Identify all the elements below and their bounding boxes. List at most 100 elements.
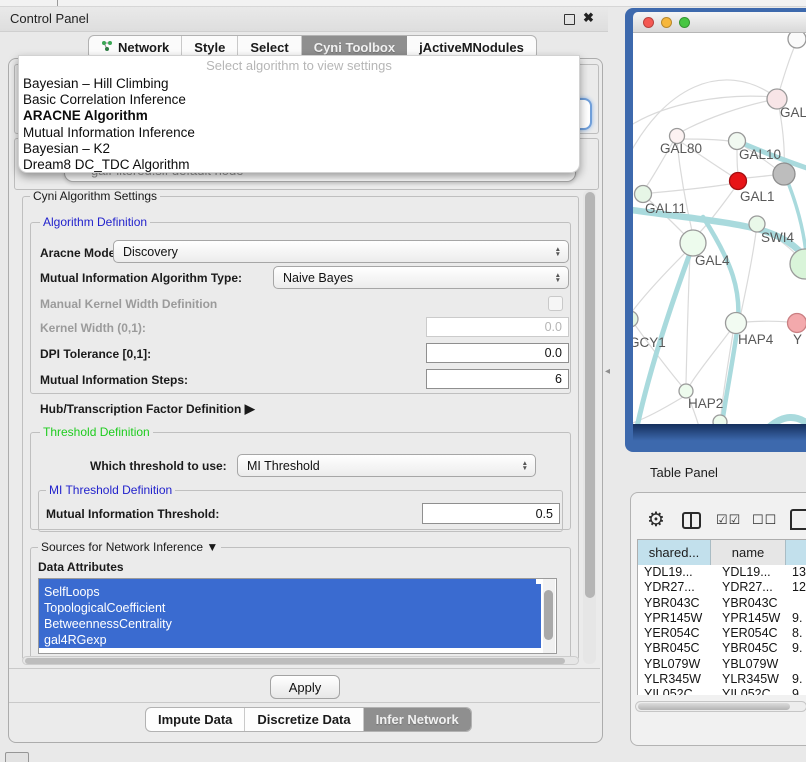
dpi-tolerance-value: 0.0 xyxy=(545,346,562,360)
kernel-width-field[interactable]: 0.0 xyxy=(426,317,569,337)
table-cell: 9. xyxy=(792,611,802,626)
select-all-checkboxes-icon[interactable]: ☑☑ xyxy=(716,512,741,528)
table-row[interactable]: YBR043CYBR043C xyxy=(638,596,806,611)
dropdown-item[interactable]: ARACNE Algorithm xyxy=(19,108,579,124)
minimized-panel-icon[interactable] xyxy=(5,752,29,762)
splitter-collapse-icon[interactable]: ◂ xyxy=(605,366,610,377)
network-edge[interactable] xyxy=(741,232,756,313)
network-canvas[interactable]: GALGAL80GAL10GAL1GAL11SWI4GAL4HAP4YGCY1H… xyxy=(633,33,806,424)
apply-button[interactable]: Apply xyxy=(270,675,340,699)
network-edge[interactable] xyxy=(633,96,773,129)
table-row[interactable]: YBR045CYBR045C9. xyxy=(638,641,806,656)
list-item-gal4RGexp[interactable]: gal4RGexp xyxy=(39,632,541,648)
network-node-node-top[interactable] xyxy=(788,33,806,48)
network-window-frame xyxy=(633,424,806,452)
float-panel-icon[interactable] xyxy=(564,14,575,25)
table-row[interactable]: YBL079WYBL079W xyxy=(638,657,806,672)
settings-horizontal-scrollbar[interactable] xyxy=(22,656,579,665)
hub-definition-toggle[interactable]: Hub/Transcription Factor Definition ▶ xyxy=(40,401,255,417)
network-edge[interactable] xyxy=(737,149,738,173)
table-row[interactable]: YER054CYER054C8. xyxy=(638,626,806,641)
which-threshold-combobox[interactable]: MI Threshold ▲▼ xyxy=(237,454,536,477)
node-label-GAL1: GAL1 xyxy=(740,189,775,204)
mi-threshold-field[interactable]: 0.5 xyxy=(422,503,560,524)
close-traffic-light[interactable] xyxy=(643,17,654,28)
node-table-rows: YDL19...YDL19...13YDR27...YDR27...12YBR0… xyxy=(637,565,806,695)
tab-infer-network[interactable]: Infer Network xyxy=(364,708,471,731)
table-row[interactable]: YDR27...YDR27...12 xyxy=(638,580,806,595)
table-cell: YER054C xyxy=(722,626,778,641)
dropdown-item[interactable]: Bayesian – K2 xyxy=(19,141,579,157)
dropdown-item[interactable]: Basic Correlation Inference xyxy=(19,92,579,108)
list-item-TopologicalCoefficient[interactable]: TopologicalCoefficient xyxy=(39,600,541,616)
aracne-mode-label: Aracne Mode: xyxy=(40,246,119,260)
close-panel-icon[interactable]: ✖ xyxy=(583,10,594,26)
table-row[interactable]: YPR145WYPR145W9. xyxy=(638,611,806,626)
minimize-traffic-light[interactable] xyxy=(661,17,672,28)
tab-discretize-data[interactable]: Discretize Data xyxy=(245,708,363,731)
list-vertical-scrollbar[interactable] xyxy=(543,579,555,653)
table-row[interactable]: YLR345WYLR345W9. xyxy=(638,672,806,687)
network-node-GCY1[interactable] xyxy=(633,311,638,327)
column-header-name[interactable]: name xyxy=(711,540,786,565)
list-item-BetweennessCentrality[interactable]: BetweennessCentrality xyxy=(39,616,541,632)
list-item-SelfLoops[interactable]: SelfLoops xyxy=(39,584,541,600)
dropdown-item[interactable]: Mutual Information Inference xyxy=(19,125,579,141)
gear-icon[interactable]: ⚙ xyxy=(647,507,665,532)
dropdown-item[interactable]: Bayesian – Hill Climbing xyxy=(19,76,579,92)
network-node-node-green-right[interactable] xyxy=(790,249,806,279)
table-cell: YDL19... xyxy=(644,565,693,580)
table-row[interactable]: YIL052CYIL052C9. xyxy=(638,687,806,695)
mi-steps-value: 6 xyxy=(555,372,562,386)
table-panel: ⚙ ☑☑ ☐☐ shared...name YDL19...YDL19...13… xyxy=(630,492,806,746)
node-label-GAL10: GAL10 xyxy=(739,147,781,162)
network-edge[interactable] xyxy=(651,184,730,193)
table-cell: YPR145W xyxy=(722,611,780,626)
table-cell: YIL052C xyxy=(644,687,693,695)
mi-algorithm-type-combobox[interactable]: Naive Bayes ▲▼ xyxy=(273,266,569,289)
manual-kernel-width-checkbox[interactable] xyxy=(548,296,563,311)
table-horizontal-scrollbar[interactable] xyxy=(635,701,806,712)
cyni-algorithm-settings-label: Cyni Algorithm Settings xyxy=(30,189,160,203)
node-label-SWI4: SWI4 xyxy=(761,230,794,245)
column-header-shared...[interactable]: shared... xyxy=(638,540,711,565)
network-node-node-bottom[interactable] xyxy=(713,415,727,424)
dropdown-placeholder: Select algorithm to view settings xyxy=(19,56,579,76)
dropdown-item[interactable]: Dream8 DC_TDC Algorithm xyxy=(19,157,579,173)
network-node-Y[interactable] xyxy=(788,314,806,333)
network-node-node-gray[interactable] xyxy=(773,163,795,185)
manual-kernel-width-label: Manual Kernel Width Definition xyxy=(40,297,217,311)
sources-group-label[interactable]: Sources for Network Inference ▼ xyxy=(38,540,221,554)
dpi-tolerance-field[interactable]: 0.0 xyxy=(426,343,569,363)
mi-steps-field[interactable]: 6 xyxy=(426,369,569,389)
table-row[interactable]: YDL19...YDL19...13 xyxy=(638,565,806,580)
tab-label: Network xyxy=(118,40,169,55)
column-header-partial[interactable] xyxy=(786,540,806,565)
tab-impute-data[interactable]: Impute Data xyxy=(146,708,245,731)
table-cell: 8. xyxy=(792,626,802,641)
network-edge[interactable] xyxy=(746,321,788,322)
columns-icon[interactable] xyxy=(682,512,701,529)
table-cell: YLR345W xyxy=(644,672,701,687)
kernel-width-value: 0.0 xyxy=(545,320,562,334)
data-attributes-list[interactable]: SelfLoopsTopologicalCoefficientBetweenne… xyxy=(38,578,557,654)
tab-label: Style xyxy=(194,40,225,55)
network-node-GAL11[interactable] xyxy=(635,186,652,203)
table-cell: YDL19... xyxy=(722,565,771,580)
network-edge[interactable] xyxy=(686,255,690,383)
network-edge[interactable] xyxy=(681,99,777,132)
which-threshold-value: MI Threshold xyxy=(247,459,320,473)
aracne-mode-value: Discovery xyxy=(123,245,178,259)
table-cell: YBL079W xyxy=(644,657,700,672)
deselect-all-checkboxes-icon[interactable]: ☐☐ xyxy=(752,512,777,528)
network-window-titlebar[interactable] xyxy=(633,12,806,33)
network-edge[interactable] xyxy=(746,175,774,178)
settings-vertical-scrollbar[interactable] xyxy=(583,190,596,664)
table-cell: 9. xyxy=(792,687,802,695)
network-node-HAP4[interactable] xyxy=(726,313,747,334)
aracne-mode-combobox[interactable]: Discovery ▲▼ xyxy=(113,240,569,263)
zoom-traffic-light[interactable] xyxy=(679,17,690,28)
network-edge[interactable] xyxy=(690,331,730,385)
function-builder-icon[interactable] xyxy=(790,509,806,530)
network-node-GAL1[interactable] xyxy=(730,173,747,190)
